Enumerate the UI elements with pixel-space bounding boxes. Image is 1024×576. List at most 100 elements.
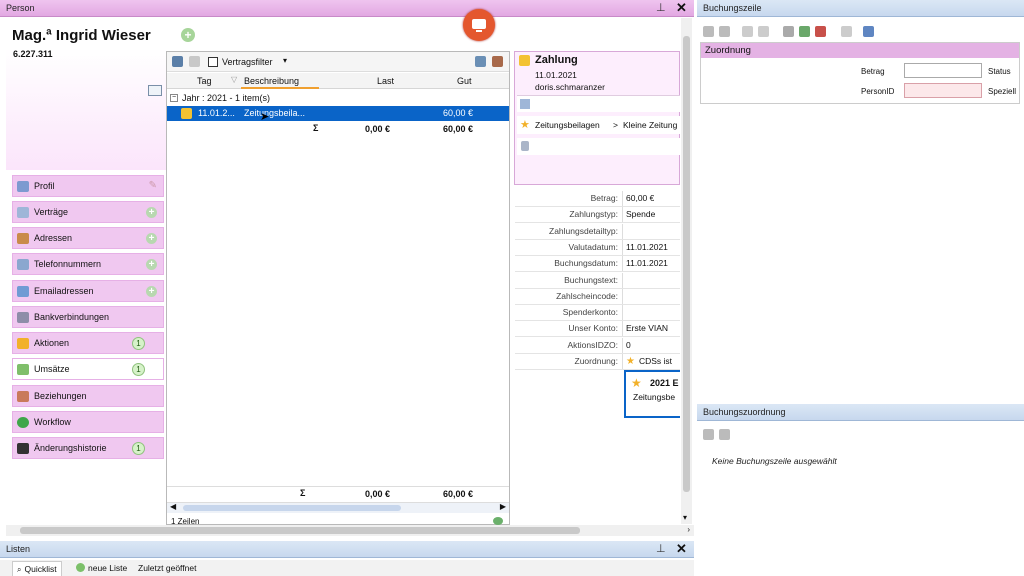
- star-icon: ★: [631, 376, 642, 390]
- sidebar-item-emailadressen[interactable]: Emailadressen +: [12, 280, 164, 302]
- column-header-last[interactable]: Last: [377, 76, 394, 86]
- detail-field-value[interactable]: Erste VIAN: [623, 321, 668, 336]
- sidebar-item-umsaetze[interactable]: Umsätze 1: [12, 358, 164, 380]
- scroll-thumb[interactable]: [683, 36, 690, 492]
- scroll-down-icon[interactable]: ▾: [683, 513, 687, 522]
- star-icon: ★: [520, 119, 530, 131]
- list-icon[interactable]: [841, 26, 852, 37]
- buchungszeile-toolbar: [697, 22, 1024, 40]
- user-search-icon[interactable]: [863, 26, 874, 37]
- table-row[interactable]: 11.01.2... Zeitungsbeila... 60,00 €: [167, 106, 509, 121]
- tab-neue-liste[interactable]: neue Liste: [72, 561, 131, 576]
- tab-quicklist[interactable]: ⌕ Quicklist: [12, 561, 62, 576]
- link-icon[interactable]: [742, 26, 753, 37]
- scroll-thumb[interactable]: [183, 505, 401, 511]
- chevron-down-icon[interactable]: ▾: [283, 56, 287, 65]
- collapse-icon[interactable]: −: [170, 93, 178, 102]
- pencil-icon[interactable]: ✎: [149, 180, 157, 191]
- add-icon[interactable]: +: [146, 207, 157, 218]
- person-icon[interactable]: [492, 56, 503, 67]
- detail-field-value[interactable]: ★ CDSs ist: [623, 354, 672, 369]
- user-add-icon[interactable]: [799, 26, 810, 37]
- pin-icon[interactable]: ⊥: [656, 1, 666, 14]
- sidebar-item-workflow[interactable]: Workflow: [12, 411, 164, 433]
- status-label: Status: [988, 67, 1011, 76]
- user-remove-icon[interactable]: [815, 26, 826, 37]
- add-icon[interactable]: +: [181, 28, 195, 42]
- count-badge: 1: [132, 442, 145, 455]
- detail-field-value[interactable]: [623, 305, 626, 320]
- refresh-icon[interactable]: [493, 517, 503, 525]
- personid-input[interactable]: [904, 83, 982, 98]
- detail-field-value[interactable]: 60,00 €: [623, 191, 654, 206]
- tab-zuletzt-geoeffnet[interactable]: Zuletzt geöffnet: [134, 561, 200, 576]
- add-icon[interactable]: +: [146, 233, 157, 244]
- detail-field-row: Valutadatum: 11.01.2021: [515, 239, 680, 256]
- breadcrumb-part1[interactable]: Zeitungsbeilagen: [535, 120, 600, 130]
- unlink-icon[interactable]: [758, 26, 769, 37]
- sort-icon[interactable]: ▽: [231, 75, 237, 84]
- group-summary-row: Σ 0,00 € 60,00 €: [167, 122, 509, 137]
- sidebar-item-label: Bankverbindungen: [34, 312, 110, 322]
- speziell-label: Speziell: [988, 87, 1017, 96]
- sidebar-item-adressen[interactable]: Adressen +: [12, 227, 164, 249]
- detail-field-value[interactable]: [623, 273, 626, 288]
- save-all-icon[interactable]: [719, 26, 730, 37]
- detail-field-label: Zahlungstyp:: [515, 207, 623, 223]
- user-gray-icon[interactable]: [783, 26, 794, 37]
- export-icon[interactable]: [475, 56, 486, 67]
- sidebar-item-aktionen[interactable]: Aktionen 1: [12, 332, 164, 354]
- sidebar-item-profil[interactable]: Profil ✎: [12, 175, 164, 197]
- sidebar-item-bankverbindungen[interactable]: Bankverbindungen: [12, 306, 164, 328]
- zuordnung-card-subtitle: Zeitungsbe: [633, 392, 676, 402]
- pin-icon[interactable]: ⊥: [656, 542, 666, 555]
- detail-field-value[interactable]: [623, 224, 626, 239]
- vertical-scrollbar[interactable]: ▾: [681, 18, 692, 524]
- person-name: Mag.ª Ingrid Wieser: [12, 27, 151, 44]
- empty-state-text: Keine Buchungszeile ausgewählt: [712, 456, 837, 466]
- add-icon[interactable]: +: [146, 259, 157, 270]
- panel-horizontal-scrollbar[interactable]: ›: [6, 525, 694, 536]
- scroll-thumb[interactable]: [20, 527, 580, 534]
- column-header-beschreibung[interactable]: Beschreibung: [244, 76, 299, 86]
- edit-icon[interactable]: [703, 429, 714, 440]
- vertragsfilter-checkbox[interactable]: [208, 57, 218, 67]
- scroll-left-icon[interactable]: ◀: [170, 502, 176, 511]
- detail-field-label: Betrag:: [515, 191, 623, 206]
- zuordnung-card[interactable]: ★ 2021 E Zeitungsbe: [624, 370, 680, 418]
- add-icon[interactable]: +: [146, 286, 157, 297]
- detail-field-value[interactable]: 0: [623, 338, 631, 353]
- grid-view-icon[interactable]: [172, 56, 183, 67]
- horizontal-scrollbar[interactable]: ◀ ▶: [167, 502, 509, 513]
- group-row[interactable]: − Jahr : 2021 - 1 item(s): [167, 90, 509, 105]
- cell-beschreibung: Zeitungsbeila...: [244, 108, 306, 118]
- breadcrumb-part2[interactable]: Kleine Zeitung: [623, 120, 677, 130]
- detail-field-value[interactable]: Spende: [623, 207, 655, 222]
- close-icon[interactable]: ✕: [676, 0, 687, 16]
- betrag-input[interactable]: [904, 63, 982, 78]
- column-header-gut[interactable]: Gut: [457, 76, 472, 86]
- personid-label: PersonID: [861, 87, 895, 96]
- sidebar-item-beziehungen[interactable]: Beziehungen: [12, 385, 164, 407]
- detail-note-row[interactable]: [517, 95, 680, 112]
- scroll-right-icon[interactable]: ›: [687, 525, 690, 534]
- sidebar-item-aenderungshistorie[interactable]: Änderungshistorie 1: [12, 437, 164, 459]
- house-icon: [17, 232, 29, 244]
- column-header-tag[interactable]: Tag: [197, 76, 212, 86]
- card-icon[interactable]: [148, 85, 162, 96]
- detail-db-row[interactable]: [517, 138, 680, 155]
- star-icon: ★: [626, 356, 635, 367]
- close-icon[interactable]: ✕: [676, 541, 687, 557]
- delete-icon[interactable]: [719, 429, 730, 440]
- sidebar-item-vertraege[interactable]: Verträge +: [12, 201, 164, 223]
- scroll-right-icon[interactable]: ▶: [500, 502, 506, 511]
- detail-field-value[interactable]: 11.01.2021: [623, 240, 668, 255]
- detail-field-value[interactable]: [623, 289, 626, 304]
- buchungszuordnung-toolbar: [697, 426, 1024, 442]
- detail-field-label: Buchungsdatum:: [515, 256, 623, 272]
- sidebar-item-telefonnummern[interactable]: Telefonnummern +: [12, 253, 164, 275]
- user-filter-icon[interactable]: [189, 56, 200, 67]
- save-icon[interactable]: [703, 26, 714, 37]
- detail-field-value[interactable]: 11.01.2021: [623, 256, 668, 271]
- record-button[interactable]: [463, 9, 495, 41]
